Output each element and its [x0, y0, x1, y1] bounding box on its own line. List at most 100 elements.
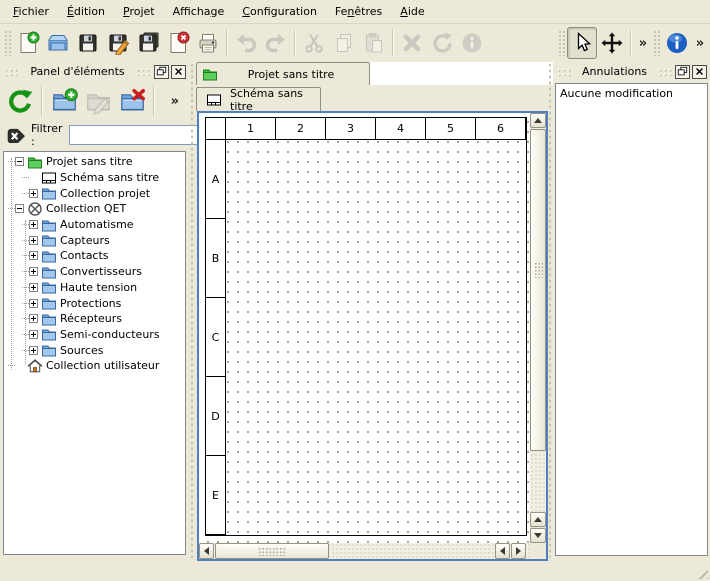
expand-icon[interactable] [29, 220, 38, 229]
save-button[interactable] [73, 27, 103, 59]
copy-button[interactable] [329, 27, 359, 59]
delete-button[interactable] [397, 27, 427, 59]
expand-icon[interactable] [29, 314, 38, 323]
row-header: E [206, 456, 226, 535]
diagram-canvas[interactable]: 123456ABCDE [199, 113, 530, 543]
tree-guide-line [25, 220, 26, 364]
scroll-up-button-2[interactable] [530, 512, 546, 527]
column-header: 5 [426, 118, 476, 140]
tree-item[interactable]: Schéma sans titre [4, 170, 185, 186]
pan-mode-button[interactable] [597, 27, 627, 59]
element-info-button[interactable] [457, 27, 487, 59]
menu-edition[interactable]: Édition [58, 2, 114, 22]
tree-item[interactable]: Capteurs [4, 232, 185, 248]
edit-category-button[interactable] [81, 83, 115, 119]
row-header: B [206, 219, 226, 298]
modes-overflow-button[interactable]: » [635, 36, 651, 51]
close-file-button[interactable] [163, 27, 193, 59]
scroll-left-button[interactable] [199, 543, 214, 559]
tree-item[interactable]: Automatisme [4, 217, 185, 233]
tree-item[interactable]: Collection utilisateur [4, 358, 185, 374]
select-mode-button[interactable] [567, 27, 597, 59]
menu-fichier[interactable]: Fichier [4, 2, 58, 22]
close-panel-button[interactable] [171, 65, 186, 79]
tree-item[interactable]: Récepteurs [4, 311, 185, 327]
collapse-icon[interactable] [15, 157, 24, 166]
reload-collections-button[interactable] [3, 83, 37, 119]
new-project-button[interactable] [13, 27, 43, 59]
save-as-button[interactable] [103, 27, 133, 59]
elements-tree: Projet sans titreSchéma sans titreCollec… [3, 151, 186, 555]
scroll-up-button[interactable] [530, 113, 546, 128]
tree-guide-line [11, 158, 12, 370]
tab-schema[interactable]: Schéma sans titre [196, 87, 321, 111]
rotate-button[interactable] [427, 27, 457, 59]
expand-icon[interactable] [29, 251, 38, 260]
save-all-button[interactable] [133, 27, 163, 59]
print-icon [196, 31, 220, 55]
close-panel-button[interactable] [692, 65, 707, 79]
menu-aide[interactable]: Aide [391, 2, 433, 22]
float-panel-button[interactable] [675, 65, 690, 79]
undo-list[interactable]: Aucune modification [555, 83, 708, 556]
expand-icon[interactable] [29, 267, 38, 276]
clear-filter-button[interactable] [6, 127, 25, 144]
expand-icon[interactable] [29, 346, 38, 355]
expand-icon[interactable] [29, 330, 38, 339]
scroll-right-button[interactable] [511, 543, 526, 559]
collapse-icon[interactable] [15, 204, 24, 213]
toolbar-handle[interactable] [653, 30, 660, 56]
resize-grip[interactable] [695, 566, 708, 579]
tree-item[interactable]: Convertisseurs [4, 264, 185, 280]
tree-guide-stub [22, 193, 29, 194]
left-splitter[interactable] [189, 64, 195, 558]
tree-item[interactable]: Protections [4, 295, 185, 311]
folder-green-icon [27, 154, 43, 170]
panel-overflow-button[interactable]: » [171, 94, 179, 109]
expand-icon[interactable] [29, 299, 38, 308]
scroll-left-button-2[interactable] [495, 543, 510, 559]
expand-icon[interactable] [29, 283, 38, 292]
menu-affichage[interactable]: Affichage [164, 2, 234, 22]
horizontal-scrollbar[interactable] [199, 543, 530, 559]
open-button[interactable] [43, 27, 73, 59]
tree-item[interactable]: Collection QET [4, 201, 185, 217]
tree-item[interactable]: Sources [4, 342, 185, 358]
float-panel-button[interactable] [154, 65, 169, 79]
menu-configuration[interactable]: Configuration [233, 2, 326, 22]
tree-item[interactable]: Projet sans titre [4, 154, 185, 170]
tab-project[interactable]: Projet sans titre [196, 62, 370, 85]
undo-panel-title: Annulations [572, 65, 657, 78]
horizontal-scroll-thumb[interactable] [215, 543, 329, 559]
print-button[interactable] [193, 27, 223, 59]
redo-button[interactable] [261, 27, 291, 59]
scroll-down-button[interactable] [530, 528, 546, 543]
paste-button[interactable] [359, 27, 389, 59]
separator [153, 86, 155, 116]
vertical-scroll-thumb[interactable] [530, 129, 546, 451]
undo-list-item[interactable]: Aucune modification [556, 84, 707, 103]
new-category-button[interactable] [47, 83, 81, 119]
tree-item[interactable]: Semi-conducteurs [4, 327, 185, 343]
undo-button[interactable] [231, 27, 261, 59]
toolbar-handle[interactable] [558, 30, 565, 56]
scrollbar-corner [530, 543, 546, 559]
tree-item[interactable]: Contacts [4, 248, 185, 264]
menu-projet[interactable]: Projet [114, 2, 164, 22]
delete-category-button[interactable] [115, 83, 149, 119]
folder-blue-icon [41, 311, 57, 327]
cut-button[interactable] [299, 27, 329, 59]
tree-item[interactable]: Collection projet [4, 185, 185, 201]
menu-fenetres[interactable]: Fenêtres [326, 2, 391, 22]
vertical-scrollbar[interactable] [530, 113, 546, 543]
qet-collection-icon [27, 201, 43, 217]
expander-spacer [29, 173, 38, 182]
diagram-info-button[interactable] [662, 27, 692, 59]
expand-icon[interactable] [29, 236, 38, 245]
diagram-view[interactable]: 123456ABCDE [197, 111, 548, 561]
elements-panel-toolbar: » [0, 80, 189, 122]
toolbar-handle[interactable] [4, 30, 11, 56]
tree-item[interactable]: Haute tension [4, 280, 185, 296]
info-overflow-button[interactable]: » [692, 36, 708, 51]
expand-icon[interactable] [29, 189, 38, 198]
